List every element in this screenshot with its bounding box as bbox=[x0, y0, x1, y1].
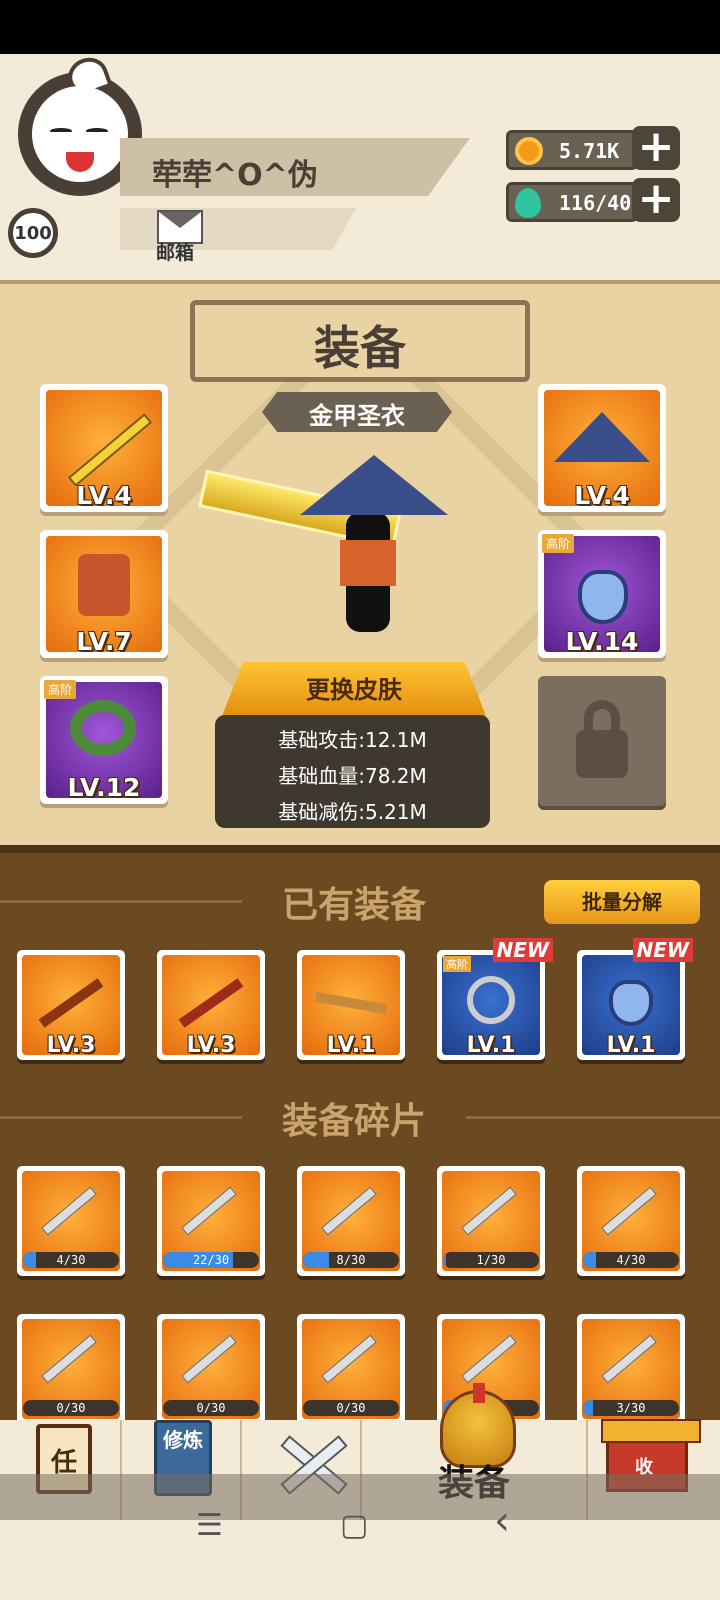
fragment-progress-bar: 0/30 bbox=[23, 1400, 119, 1416]
fragment-progress-bar: 8/30 bbox=[303, 1252, 399, 1268]
fragment-progress-bar: 4/30 bbox=[583, 1252, 679, 1268]
weapon-slot[interactable]: LV.4 bbox=[40, 384, 168, 512]
hero-armor bbox=[340, 540, 396, 586]
equip-title: 装备 bbox=[314, 321, 406, 375]
energy-icon bbox=[515, 188, 541, 218]
fragment-progress-text: 22/30 bbox=[192, 1253, 230, 1267]
fragment-progress-bar: 4/30 bbox=[23, 1252, 119, 1268]
fragment-progress-bar: 1/30 bbox=[443, 1252, 539, 1268]
fragment-progress-text: 0/30 bbox=[56, 1401, 86, 1415]
fragment-progress-bar: 0/30 bbox=[163, 1400, 259, 1416]
add-energy-button[interactable]: + bbox=[632, 177, 680, 222]
fragments-title: 装备碎片 bbox=[281, 1101, 426, 1142]
fragment-item[interactable]: 1/30 bbox=[437, 1166, 545, 1276]
armor-slot-level: LV.7 bbox=[76, 627, 132, 656]
avatar-eye-left bbox=[50, 128, 72, 134]
home-icon[interactable]: ▢ bbox=[340, 1508, 368, 1543]
energy-counter: 116/40 bbox=[506, 182, 638, 222]
owned-item-level: LV.1 bbox=[466, 1033, 516, 1058]
fragment-item[interactable]: 0/30 bbox=[17, 1314, 125, 1424]
lock-icon bbox=[576, 730, 628, 778]
status-bar bbox=[0, 0, 720, 54]
weapon-slot-level: LV.4 bbox=[76, 481, 132, 510]
stat-attack: 基础攻击:12.1M bbox=[278, 728, 427, 752]
hat-slot[interactable]: LV.4 bbox=[538, 384, 666, 512]
ring-slot[interactable]: 高阶 LV.12 bbox=[40, 676, 168, 804]
fragment-progress-text: 3/30 bbox=[616, 1401, 646, 1415]
coin-icon bbox=[515, 137, 543, 165]
owned-item-level: LV.3 bbox=[46, 1033, 96, 1058]
avatar-mouth bbox=[66, 152, 94, 172]
necklace-slot[interactable]: 高阶 LV.14 bbox=[538, 530, 666, 658]
fragment-progress-text: 8/30 bbox=[336, 1253, 366, 1267]
owned-item-tag: 高阶 bbox=[443, 956, 471, 972]
mail-label[interactable]: 邮箱 bbox=[156, 238, 194, 265]
fragment-progress-text: 0/30 bbox=[196, 1401, 226, 1415]
batch-decompose-button[interactable]: 批量分解 bbox=[544, 880, 700, 924]
back-icon[interactable]: ‹ bbox=[494, 1498, 510, 1544]
fragment-progress-bar: 22/30 bbox=[163, 1252, 259, 1268]
energy-value: 116/40 bbox=[559, 191, 632, 215]
owned-item[interactable]: NEW LV.1 bbox=[577, 938, 693, 1060]
owned-item-level: LV.3 bbox=[186, 1033, 236, 1058]
owned-item-level: LV.1 bbox=[606, 1033, 656, 1058]
fragment-item[interactable]: 0/30 bbox=[297, 1314, 405, 1424]
fragment-progress-bar: 3/30 bbox=[583, 1400, 679, 1416]
skin-name: 金甲圣衣 bbox=[309, 402, 405, 430]
fragment-item[interactable]: 22/30 bbox=[157, 1166, 265, 1276]
change-skin-label[interactable]: 更换皮肤 bbox=[222, 670, 486, 705]
stat-defense: 基础减伤:5.21M bbox=[278, 800, 427, 824]
ring-icon bbox=[70, 700, 136, 756]
player-level-badge: 100 bbox=[8, 208, 58, 258]
necklace-slot-level: LV.14 bbox=[565, 627, 639, 656]
fragment-progress-text: 1/30 bbox=[476, 1253, 506, 1267]
avatar-eye-right bbox=[86, 128, 108, 134]
necklace-slot-tag: 高阶 bbox=[542, 534, 575, 553]
owned-item[interactable]: LV.3 bbox=[17, 950, 125, 1060]
ring-slot-tag: 高阶 bbox=[44, 680, 77, 699]
fragment-item[interactable]: 4/30 bbox=[577, 1166, 685, 1276]
fragment-item[interactable]: 8/30 bbox=[297, 1166, 405, 1276]
necklace-icon bbox=[578, 570, 628, 624]
coin-value: 5.71K bbox=[559, 139, 620, 163]
new-badge: NEW bbox=[492, 938, 553, 962]
owned-item-level: LV.1 bbox=[326, 1033, 376, 1058]
player-name: 荦荦^O^伪 bbox=[152, 158, 318, 193]
armor-slot[interactable]: LV.7 bbox=[40, 530, 168, 658]
hat-slot-level: LV.4 bbox=[574, 481, 630, 510]
owned-item[interactable]: LV.3 bbox=[157, 950, 265, 1060]
new-badge: NEW bbox=[632, 938, 693, 962]
fragment-item[interactable]: 3/30 bbox=[577, 1314, 685, 1424]
owned-item[interactable]: 高阶 NEW LV.1 bbox=[437, 938, 553, 1060]
coin-counter: 5.71K bbox=[506, 130, 638, 170]
stat-health: 基础血量:78.2M bbox=[278, 764, 427, 788]
menu-icon[interactable]: ☰ bbox=[196, 1508, 223, 1543]
fragment-item[interactable]: 0/30 bbox=[157, 1314, 265, 1424]
locked-slot[interactable] bbox=[538, 676, 666, 806]
fragment-progress-text: 0/30 bbox=[336, 1401, 366, 1415]
armor-icon bbox=[78, 554, 130, 616]
owned-item[interactable]: LV.1 bbox=[297, 950, 405, 1060]
add-coins-button[interactable]: + bbox=[632, 125, 680, 170]
fragment-progress-text: 4/30 bbox=[616, 1253, 646, 1267]
fragment-item[interactable]: 4/30 bbox=[17, 1166, 125, 1276]
fragment-progress-bar: 0/30 bbox=[303, 1400, 399, 1416]
avatar-face bbox=[32, 86, 128, 182]
fragment-progress-text: 4/30 bbox=[56, 1253, 86, 1267]
ring-slot-level: LV.12 bbox=[67, 773, 141, 802]
